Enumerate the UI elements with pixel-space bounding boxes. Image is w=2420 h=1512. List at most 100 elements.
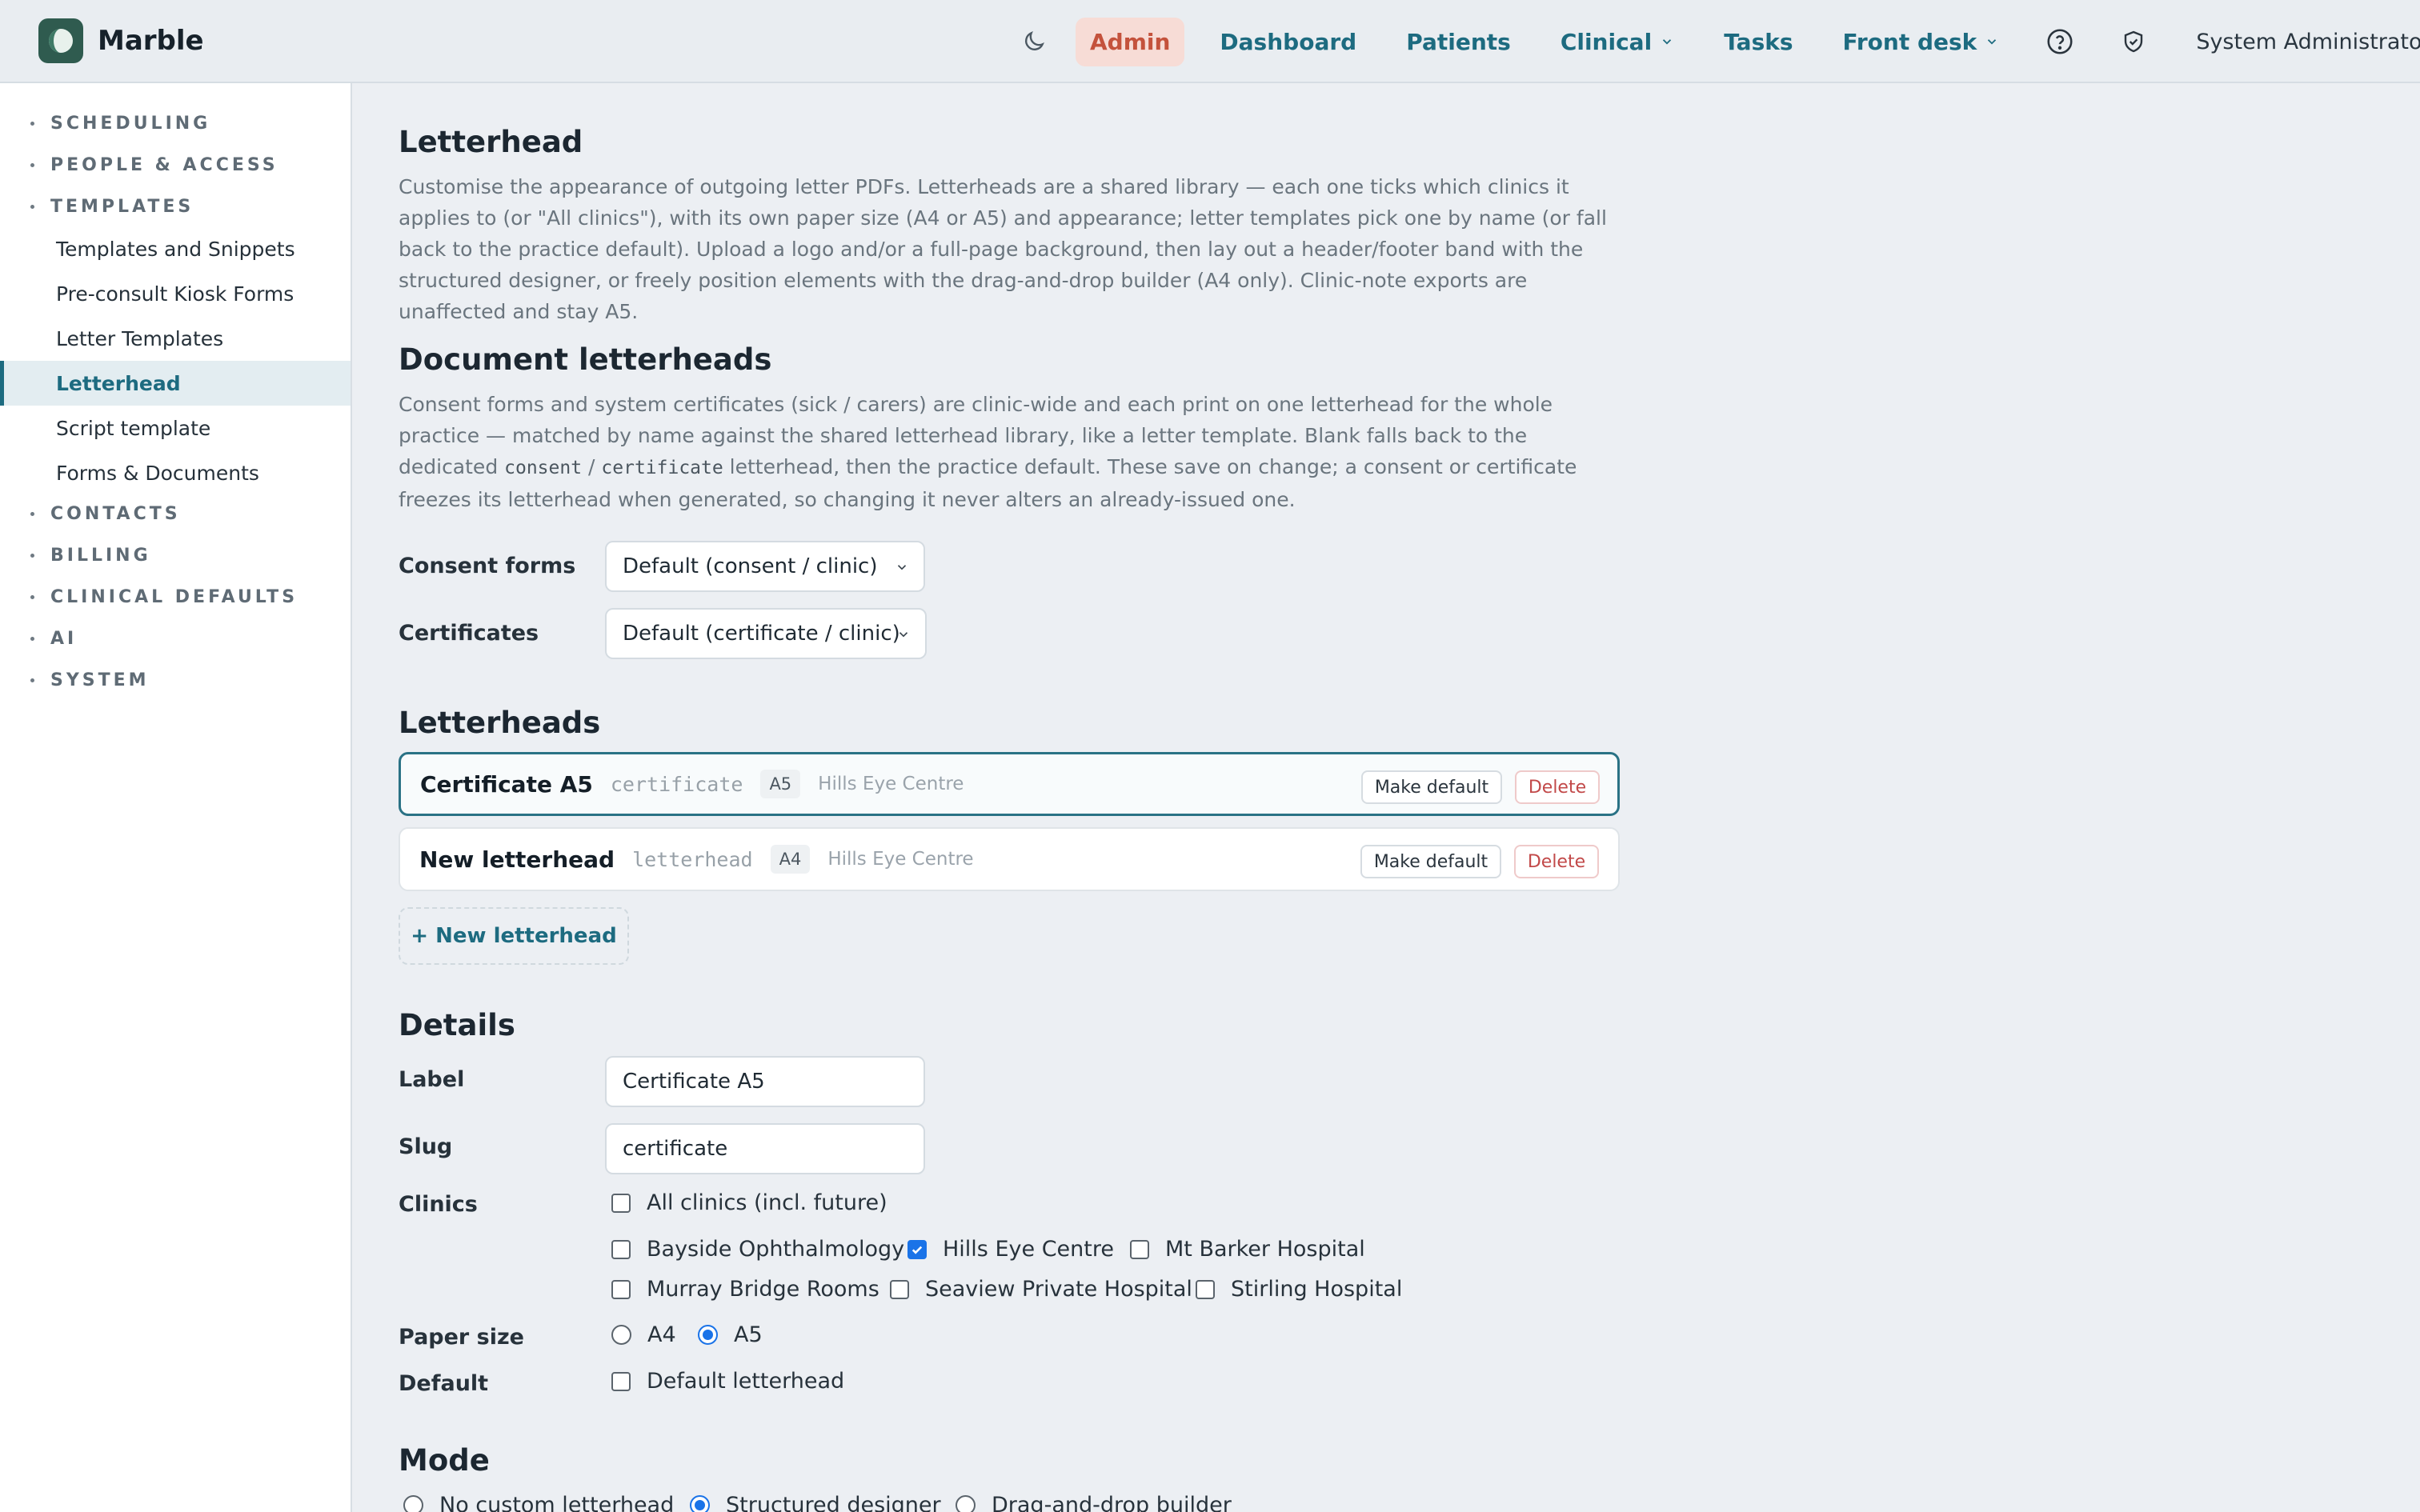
nav-front-desk[interactable]: Front desk [1829,18,2014,66]
radio-label: A5 [734,1322,763,1347]
letterhead-row[interactable]: Certificate A5 certificate A5 Hills Eye … [399,752,1620,816]
nav-clinical[interactable]: Clinical [1546,18,1689,66]
sidebar-item-letter-templates[interactable]: Letter Templates [0,316,351,361]
checkbox-box [890,1279,909,1299]
make-default-button[interactable]: Make default [1360,845,1501,878]
checkbox-box [1196,1279,1215,1299]
help-button[interactable] [2036,18,2084,66]
sidebar-group-label: CONTACTS [50,504,181,524]
consent-forms-select[interactable]: Default (consent / clinic) [605,541,925,592]
checkbox-label: Mt Barker Hospital [1165,1237,1365,1262]
chevron-down-icon [1663,39,1672,45]
paper-size-a5-radio[interactable]: A5 [698,1322,763,1347]
letterhead-clinic: Hills Eye Centre [818,774,964,794]
clinic-checkbox-hills-eye-centre[interactable]: Hills Eye Centre [908,1237,1114,1262]
label-input[interactable]: Certificate A5 [605,1056,925,1107]
checkbox-box [611,1193,631,1213]
sidebar-group-scheduling[interactable]: SCHEDULING [30,114,210,134]
user-menu[interactable]: System Administrator [2196,30,2420,54]
certificate-slug-code: certificate [601,458,723,478]
radio-button [956,1495,976,1512]
nav-admin[interactable]: Admin [1076,17,1185,66]
nav-tasks[interactable]: Tasks [1709,18,1807,66]
bullet-icon [30,205,34,209]
nav-patients[interactable]: Patients [1392,18,1525,66]
clinic-checkbox-bayside[interactable]: Bayside Ophthalmology [611,1237,904,1262]
sidebar-item-script-template[interactable]: Script template [0,406,351,450]
sidebar-group-people-access[interactable]: PEOPLE & ACCESS [30,155,278,175]
radio-button [611,1325,631,1345]
sidebar-group-contacts[interactable]: CONTACTS [30,504,181,524]
checkbox-label: Hills Eye Centre [943,1237,1114,1262]
clinic-checkbox-murray-bridge[interactable]: Murray Bridge Rooms [611,1277,879,1302]
sidebar-item-templates-snippets[interactable]: Templates and Snippets [0,226,351,271]
checkbox-label: Stirling Hospital [1231,1277,1403,1302]
default-letterhead-checkbox[interactable]: Default letterhead [611,1369,844,1394]
shield-check-icon [2125,30,2143,53]
bullet-icon [30,122,34,126]
clinics-label: Clinics [399,1192,478,1217]
nav-front-desk-label: Front desk [1842,28,1977,55]
letterheads-heading: Letterheads [399,706,601,740]
consent-slug-code: consent [504,458,583,478]
letterhead-name: New letterhead [419,846,615,873]
checkbox-box [1130,1239,1149,1259]
new-letterhead-button[interactable]: + New letterhead [399,907,629,965]
paper-size-a4-radio[interactable]: A4 [611,1322,676,1347]
certificates-label: Certificates [399,621,539,646]
security-button[interactable] [2109,18,2158,66]
sidebar-group-clinical-defaults[interactable]: CLINICAL DEFAULTS [30,587,298,607]
slug-field-label: Slug [399,1134,453,1159]
sidebar-item-kiosk-forms[interactable]: Pre-consult Kiosk Forms [0,271,351,316]
app-name: Marble [98,25,204,57]
details-heading: Details [399,1008,515,1042]
bullet-icon [30,163,34,167]
nav-dashboard[interactable]: Dashboard [1205,18,1371,66]
chevron-down-icon [897,565,907,570]
mode-radio-none[interactable]: No custom letterhead [403,1493,674,1512]
sidebar-group-system[interactable]: SYSTEM [30,670,150,690]
sidebar-group-ai[interactable]: AI [30,629,77,649]
sidebar-group-templates[interactable]: TEMPLATES [30,197,194,217]
sidebar-item-letterhead[interactable]: Letterhead [0,361,351,406]
paper-size-label: Paper size [399,1325,524,1350]
sidebar-group-label: SCHEDULING [50,114,211,134]
moon-icon [1025,31,1044,50]
theme-toggle-button[interactable] [1010,18,1058,66]
delete-button[interactable]: Delete [1515,770,1600,804]
checkbox-label: All clinics (incl. future) [647,1190,887,1215]
sidebar-group-billing[interactable]: BILLING [30,546,151,566]
letterhead-row[interactable]: New letterhead letterhead A4 Hills Eye C… [399,827,1620,891]
delete-button[interactable]: Delete [1514,845,1599,878]
checkbox-label: Murray Bridge Rooms [647,1277,879,1302]
slug-input[interactable]: certificate [605,1123,925,1174]
clinic-checkbox-mt-barker[interactable]: Mt Barker Hospital [1130,1237,1365,1262]
mode-radio-drag-drop[interactable]: Drag-and-drop builder [956,1493,1232,1512]
checkbox-box [611,1239,631,1259]
brand[interactable]: Marble [38,18,204,63]
label-field-label: Label [399,1067,465,1092]
chevron-down-icon [1988,39,1997,45]
checkbox-checked-icon [908,1239,927,1259]
clinic-checkbox-stirling[interactable]: Stirling Hospital [1196,1277,1402,1302]
sidebar-item-forms-documents[interactable]: Forms & Documents [0,450,351,495]
sidebar: SCHEDULING PEOPLE & ACCESS TEMPLATES Tem… [0,83,352,1512]
default-label: Default [399,1371,489,1396]
radio-button-selected [690,1495,710,1512]
all-clinics-checkbox[interactable]: All clinics (incl. future) [611,1190,887,1215]
letterhead-clinic: Hills Eye Centre [827,849,974,870]
radio-button [403,1495,423,1512]
checkbox-label: Seaview Private Hospital [925,1277,1192,1302]
consent-forms-value: Default (consent / clinic) [623,554,878,578]
paper-size-badge: A5 [760,770,801,798]
document-letterheads-heading: Document letterheads [399,342,772,377]
clinic-checkbox-seaview[interactable]: Seaview Private Hospital [890,1277,1192,1302]
make-default-button[interactable]: Make default [1361,770,1502,804]
certificates-select[interactable]: Default (certificate / clinic) [605,608,927,659]
consent-forms-label: Consent forms [399,554,576,578]
bullet-icon [30,512,34,516]
mode-heading: Mode [399,1443,490,1478]
certificates-value: Default (certificate / clinic) [623,622,900,646]
sidebar-group-label: PEOPLE & ACCESS [50,155,278,175]
mode-radio-structured[interactable]: Structured designer [690,1493,941,1512]
